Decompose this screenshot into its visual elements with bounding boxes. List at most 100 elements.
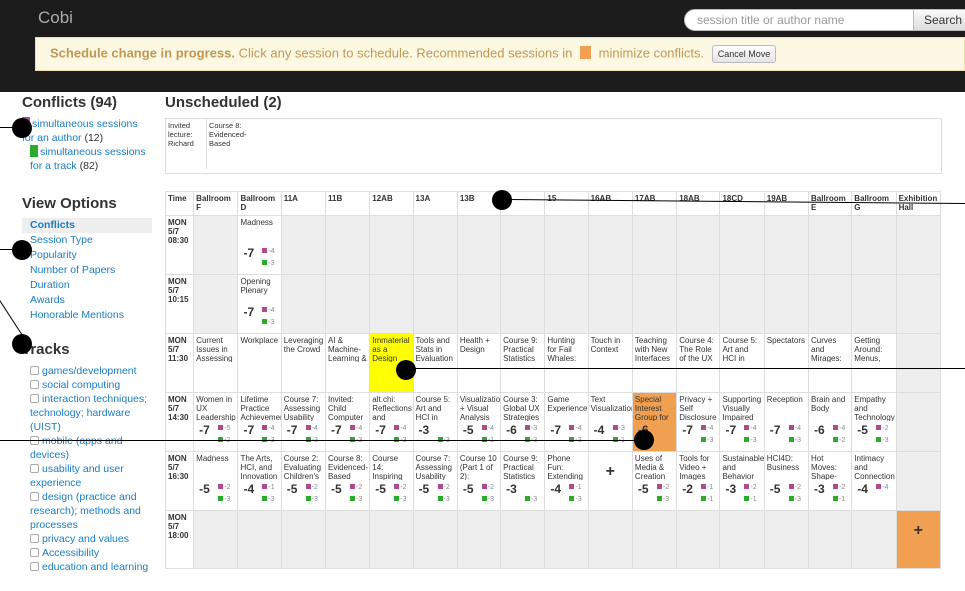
session-cell[interactable] — [895, 333, 942, 393]
session-cell[interactable] — [544, 510, 589, 569]
track-item[interactable]: interaction techniques; technology; hard… — [22, 392, 152, 434]
session-cell[interactable] — [719, 510, 765, 569]
session-cell[interactable] — [763, 215, 810, 275]
session-cell[interactable]: + — [587, 451, 633, 511]
session-cell[interactable]: Spectators — [763, 333, 810, 393]
session-cell[interactable]: Sustainable and Behavior -3 -2 -1 — [719, 451, 765, 511]
session-cell[interactable] — [763, 510, 810, 569]
session-cell[interactable]: Hunting for Fail Whales: — [544, 333, 589, 393]
session-cell[interactable]: The Arts, HCI, and Innovation -4 -1 -3 — [237, 451, 282, 511]
view-option-honorable-mentions[interactable]: Honorable Mentions — [22, 308, 152, 323]
session-cell[interactable] — [324, 510, 371, 569]
session-cell[interactable]: Course 4: The Role of the UX — [676, 333, 721, 393]
session-cell[interactable] — [851, 274, 897, 334]
session-cell[interactable]: Workplace — [237, 333, 282, 393]
session-cell[interactable]: Privacy + Self Disclosure -7 -4 -3 — [676, 392, 721, 452]
session-cell[interactable]: Course 9: Practical Statistics -3 -3 — [500, 451, 546, 511]
session-cell[interactable]: Brain and Body -6 -4 -2 — [808, 392, 853, 452]
track-item[interactable]: games/development — [22, 364, 152, 378]
session-cell[interactable] — [587, 274, 633, 334]
session-cell[interactable]: Invited: Child Computer-7-4-3 — [324, 392, 371, 452]
session-cell[interactable]: Uses of Media & Creation -5 -2 -3 — [631, 451, 678, 511]
view-option-number-of-papers[interactable]: Number of Papers — [22, 263, 152, 278]
session-cell[interactable] — [456, 215, 502, 275]
session-cell[interactable] — [676, 215, 721, 275]
session-cell[interactable] — [193, 274, 239, 334]
session-cell[interactable] — [587, 510, 633, 569]
view-option-duration[interactable]: Duration — [22, 278, 152, 293]
session-cell[interactable] — [500, 215, 546, 275]
session-cell[interactable] — [631, 510, 678, 569]
session-cell[interactable] — [412, 215, 458, 275]
session-cell[interactable]: Madness -7 -4 -3 — [237, 215, 282, 275]
track-item[interactable]: usability and user experience — [22, 462, 152, 490]
session-cell[interactable] — [324, 215, 371, 275]
view-option-awards[interactable]: Awards — [22, 293, 152, 308]
session-cell[interactable]: Teaching with New Interfaces — [631, 333, 678, 393]
session-cell[interactable] — [719, 215, 765, 275]
session-cell[interactable]: AI & Machine-Learning & — [324, 333, 371, 393]
session-cell[interactable]: Health + Design — [456, 333, 502, 393]
session-cell[interactable]: Course 9: Practical Statistics — [500, 333, 546, 393]
track-item[interactable]: social computing — [22, 378, 152, 392]
conflict-track[interactable]: simultaneous sessions for a track (82) — [30, 145, 152, 173]
session-cell[interactable]: Tools and Stats in Evaluation — [412, 333, 458, 393]
session-cell[interactable]: + — [895, 510, 942, 569]
session-cell[interactable]: Course 2: Evaluating Children's -5 -2 -3 — [280, 451, 327, 511]
track-item[interactable]: mobile (apps and devices) — [22, 434, 152, 462]
session-cell[interactable]: Course 5: Art and HCI in — [719, 333, 765, 393]
session-cell[interactable]: Curves and Mirages: — [808, 333, 853, 393]
unscheduled-session[interactable]: Course 8: Evidenced-Based — [206, 119, 247, 169]
session-cell[interactable] — [808, 510, 853, 569]
session-cell[interactable] — [237, 510, 282, 569]
session-cell[interactable]: Lifetime Practice Achievement-7-4-3 — [237, 392, 282, 452]
session-cell[interactable]: Course 14: Inspiring -5 -2 -3 — [369, 451, 414, 511]
session-cell[interactable]: Course 3: Global UX Strategies-6-3-3 — [500, 392, 546, 452]
session-cell[interactable] — [808, 274, 853, 334]
session-cell[interactable]: Madness -5 -2 -3 — [193, 451, 239, 511]
unscheduled-session[interactable]: Invited lecture: Richard — [168, 121, 204, 148]
session-cell[interactable]: Opening Plenary -7 -4 -3 — [237, 274, 282, 334]
session-cell[interactable]: Tools for Video + Images -2 -1 -1 — [676, 451, 721, 511]
session-cell[interactable] — [456, 510, 502, 569]
track-item[interactable]: privacy and values — [22, 532, 152, 546]
session-cell[interactable] — [544, 274, 589, 334]
add-session-icon[interactable]: + — [589, 452, 632, 492]
session-cell[interactable] — [369, 510, 414, 569]
session-cell[interactable]: Course 7: Assessing Usability-7-4-3 — [280, 392, 327, 452]
session-cell[interactable] — [895, 274, 942, 334]
checkbox[interactable] — [30, 492, 39, 501]
session-cell[interactable]: Women in UX Leadership-7-5-2 — [193, 392, 239, 452]
checkbox[interactable] — [30, 394, 39, 403]
session-cell[interactable]: Empathy and Technology -5 -2 -3 — [851, 392, 897, 452]
session-cell[interactable] — [895, 215, 942, 275]
session-cell[interactable] — [719, 274, 765, 334]
checkbox[interactable] — [30, 380, 39, 389]
session-cell[interactable]: Course 10 (Part 1 of 2): -5 -2 -3 — [456, 451, 502, 511]
session-cell[interactable] — [193, 510, 239, 569]
view-option-popularity[interactable]: Popularity — [22, 248, 152, 263]
session-cell[interactable] — [808, 215, 853, 275]
search-button[interactable]: Search — [913, 9, 965, 31]
session-cell[interactable] — [895, 451, 942, 511]
session-cell[interactable] — [851, 215, 897, 275]
checkbox[interactable] — [30, 366, 39, 375]
session-cell[interactable]: Game Experience-7-4-3 — [544, 392, 589, 452]
session-cell[interactable] — [412, 510, 458, 569]
session-cell[interactable] — [369, 274, 414, 334]
session-cell[interactable] — [369, 215, 414, 275]
session-cell[interactable]: Text Visualization-4-3-1 — [587, 392, 633, 452]
track-item[interactable]: Accessibility — [22, 546, 152, 560]
track-item[interactable]: education and learning — [22, 560, 152, 574]
session-cell[interactable] — [851, 510, 897, 569]
session-cell[interactable]: Current Issues in Assessing — [193, 333, 239, 393]
session-cell[interactable]: Touch in Context — [587, 333, 633, 393]
session-cell[interactable] — [676, 510, 721, 569]
session-cell[interactable] — [500, 510, 546, 569]
checkbox[interactable] — [30, 534, 39, 543]
session-cell[interactable]: Hot Moves: Shape- -3 -2 -1 — [808, 451, 853, 511]
view-option-session-type[interactable]: Session Type — [22, 233, 152, 248]
session-cell[interactable] — [324, 274, 371, 334]
track-item[interactable]: design (practice and research); methods … — [22, 490, 152, 532]
session-cell[interactable] — [500, 274, 546, 334]
